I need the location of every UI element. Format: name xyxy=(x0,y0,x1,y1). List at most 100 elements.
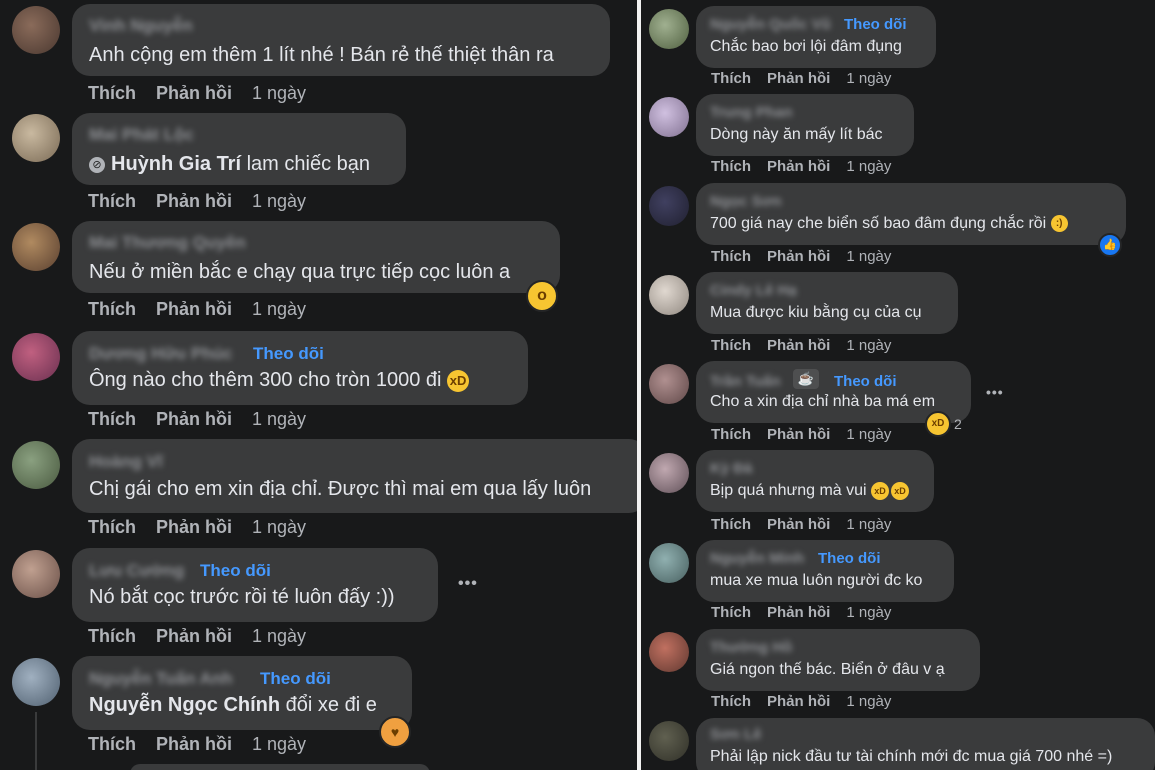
like-link[interactable]: Thích xyxy=(711,604,751,621)
reply-link[interactable]: Phản hồi xyxy=(767,516,830,533)
like-link[interactable]: Thích xyxy=(88,409,136,430)
timestamp[interactable]: 1 ngày xyxy=(846,604,891,621)
commenter-name[interactable]: Nguyễn Tuấn Anh xyxy=(89,669,233,689)
avatar[interactable] xyxy=(649,97,689,137)
wow-reaction-icon[interactable]: o xyxy=(526,280,558,312)
like-link[interactable]: Thích xyxy=(711,693,751,710)
timestamp[interactable]: 1 ngày xyxy=(846,158,891,175)
commenter-name[interactable]: Hoàng Vĩ xyxy=(89,452,163,472)
follow-link[interactable]: Theo dõi xyxy=(844,16,907,33)
avatar[interactable] xyxy=(649,364,689,404)
more-options-icon[interactable]: ••• xyxy=(986,384,1004,400)
care-reaction-icon[interactable]: ♥ xyxy=(379,716,411,748)
more-options-icon[interactable]: ••• xyxy=(458,575,478,593)
avatar[interactable] xyxy=(649,275,689,315)
comment-text: Nó bắt cọc trước rồi té luôn đấy :)) xyxy=(89,586,395,608)
reply-link[interactable]: Phản hồi xyxy=(767,693,830,710)
like-link[interactable]: Thích xyxy=(88,191,136,212)
follow-link[interactable]: Theo dõi xyxy=(200,561,271,581)
comment-bubble: Dương Hữu Phúc Theo dõi Ông nào cho thêm… xyxy=(72,331,528,405)
reply-link[interactable]: Phản hồi xyxy=(767,604,830,621)
commenter-name[interactable]: Vinh Nguyễn xyxy=(89,16,193,36)
timestamp[interactable]: 1 ngày xyxy=(252,734,306,755)
reply-link[interactable]: Phản hồi xyxy=(156,299,232,320)
like-link[interactable]: Thích xyxy=(711,337,751,354)
follow-link[interactable]: Theo dõi xyxy=(253,344,324,364)
avatar[interactable] xyxy=(12,6,60,54)
left-comment-panel: Vinh Nguyễn Anh cộng em thêm 1 lít nhé !… xyxy=(0,0,637,770)
reply-link[interactable]: Phản hồi xyxy=(156,734,232,755)
like-reaction-icon[interactable]: 👍 xyxy=(1098,233,1122,257)
reply-link[interactable]: Phản hồi xyxy=(767,426,830,443)
comment-text-body: Ông nào cho thêm 300 cho tròn 1000 đi xyxy=(89,369,442,391)
comment-text: Anh cộng em thêm 1 lít nhé ! Bán rẻ thế … xyxy=(89,44,554,66)
commenter-name[interactable]: Nguyễn Minh xyxy=(710,550,804,567)
laugh-reaction-icon[interactable]: xD xyxy=(925,411,951,437)
like-link[interactable]: Thích xyxy=(88,517,136,538)
avatar[interactable] xyxy=(649,186,689,226)
follow-link[interactable]: Theo dõi xyxy=(834,373,897,390)
timestamp[interactable]: 1 ngày xyxy=(252,626,306,647)
commenter-name[interactable]: Sơn Lê xyxy=(710,726,762,743)
avatar[interactable] xyxy=(12,223,60,271)
reply-link[interactable]: Phản hồi xyxy=(767,70,830,87)
commenter-name[interactable]: Ngọc Sơn xyxy=(710,193,782,210)
comment-bubble: Trung Phan Dòng này ăn mấy lít bác xyxy=(696,94,914,156)
reply-link[interactable]: Phản hồi xyxy=(156,517,232,538)
commenter-name[interactable]: Trần Tuấn xyxy=(710,373,781,390)
like-link[interactable]: Thích xyxy=(88,299,136,320)
commenter-name[interactable]: Thường Hồ xyxy=(710,639,792,656)
follow-link[interactable]: Theo dõi xyxy=(260,669,331,689)
reply-link[interactable]: Phản hồi xyxy=(156,83,232,104)
avatar[interactable] xyxy=(12,333,60,381)
like-link[interactable]: Thích xyxy=(711,70,751,87)
avatar[interactable] xyxy=(12,114,60,162)
mention-link[interactable]: Nguyễn Ngọc Chính xyxy=(89,694,280,716)
commenter-name[interactable]: Lưu Cường xyxy=(89,561,184,581)
like-link[interactable]: Thích xyxy=(711,516,751,533)
reply-link[interactable]: Phản hồi xyxy=(767,248,830,265)
commenter-name[interactable]: Mai Phát Lộc xyxy=(89,125,194,145)
mention-link[interactable]: Huỳnh Gia Trí xyxy=(111,153,241,175)
comment-actions: Thích Phản hồi 1 ngày xyxy=(711,693,907,710)
like-link[interactable]: Thích xyxy=(88,83,136,104)
timestamp[interactable]: 1 ngày xyxy=(846,693,891,710)
reply-link[interactable]: Phản hồi xyxy=(767,158,830,175)
like-link[interactable]: Thích xyxy=(711,248,751,265)
commenter-name[interactable]: Trung Phan xyxy=(710,104,793,121)
reply-link[interactable]: Phản hồi xyxy=(156,191,232,212)
commenter-name[interactable]: Nguyễn Quốc Vũ xyxy=(710,16,831,33)
timestamp[interactable]: 1 ngày xyxy=(846,516,891,533)
like-link[interactable]: Thích xyxy=(711,158,751,175)
avatar[interactable] xyxy=(649,632,689,672)
avatar[interactable] xyxy=(649,9,689,49)
timestamp[interactable]: 1 ngày xyxy=(252,517,306,538)
timestamp[interactable]: 1 ngày xyxy=(846,70,891,87)
reply-link[interactable]: Phản hồi xyxy=(156,626,232,647)
avatar[interactable] xyxy=(649,721,689,761)
comment-actions: Thích Phản hồi 1 ngày xyxy=(711,604,907,621)
avatar[interactable] xyxy=(12,658,60,706)
reply-link[interactable]: Phản hồi xyxy=(156,409,232,430)
like-link[interactable]: Thích xyxy=(88,626,136,647)
avatar[interactable] xyxy=(649,453,689,493)
comment-bubble: Mai Phát Lộc ⊘ Huỳnh Gia Trí lam chiếc bạ… xyxy=(72,113,406,185)
timestamp[interactable]: 1 ngày xyxy=(252,191,306,212)
timestamp[interactable]: 1 ngày xyxy=(846,248,891,265)
commenter-name[interactable]: Mai Thương Quyên xyxy=(89,233,246,253)
timestamp[interactable]: 1 ngày xyxy=(252,299,306,320)
reply-link[interactable]: Phản hồi xyxy=(767,337,830,354)
timestamp[interactable]: 1 ngày xyxy=(846,337,891,354)
avatar[interactable] xyxy=(12,550,60,598)
avatar[interactable] xyxy=(12,441,60,489)
commenter-name[interactable]: Dương Hữu Phúc xyxy=(89,344,232,364)
commenter-name[interactable]: Cindy Lê Hạ xyxy=(710,282,797,299)
timestamp[interactable]: 1 ngày xyxy=(846,426,891,443)
commenter-name[interactable]: Kỳ Đà xyxy=(710,460,753,477)
like-link[interactable]: Thích xyxy=(88,734,136,755)
timestamp[interactable]: 1 ngày xyxy=(252,409,306,430)
like-link[interactable]: Thích xyxy=(711,426,751,443)
avatar[interactable] xyxy=(649,543,689,583)
timestamp[interactable]: 1 ngày xyxy=(252,83,306,104)
follow-link[interactable]: Theo dõi xyxy=(818,550,881,567)
